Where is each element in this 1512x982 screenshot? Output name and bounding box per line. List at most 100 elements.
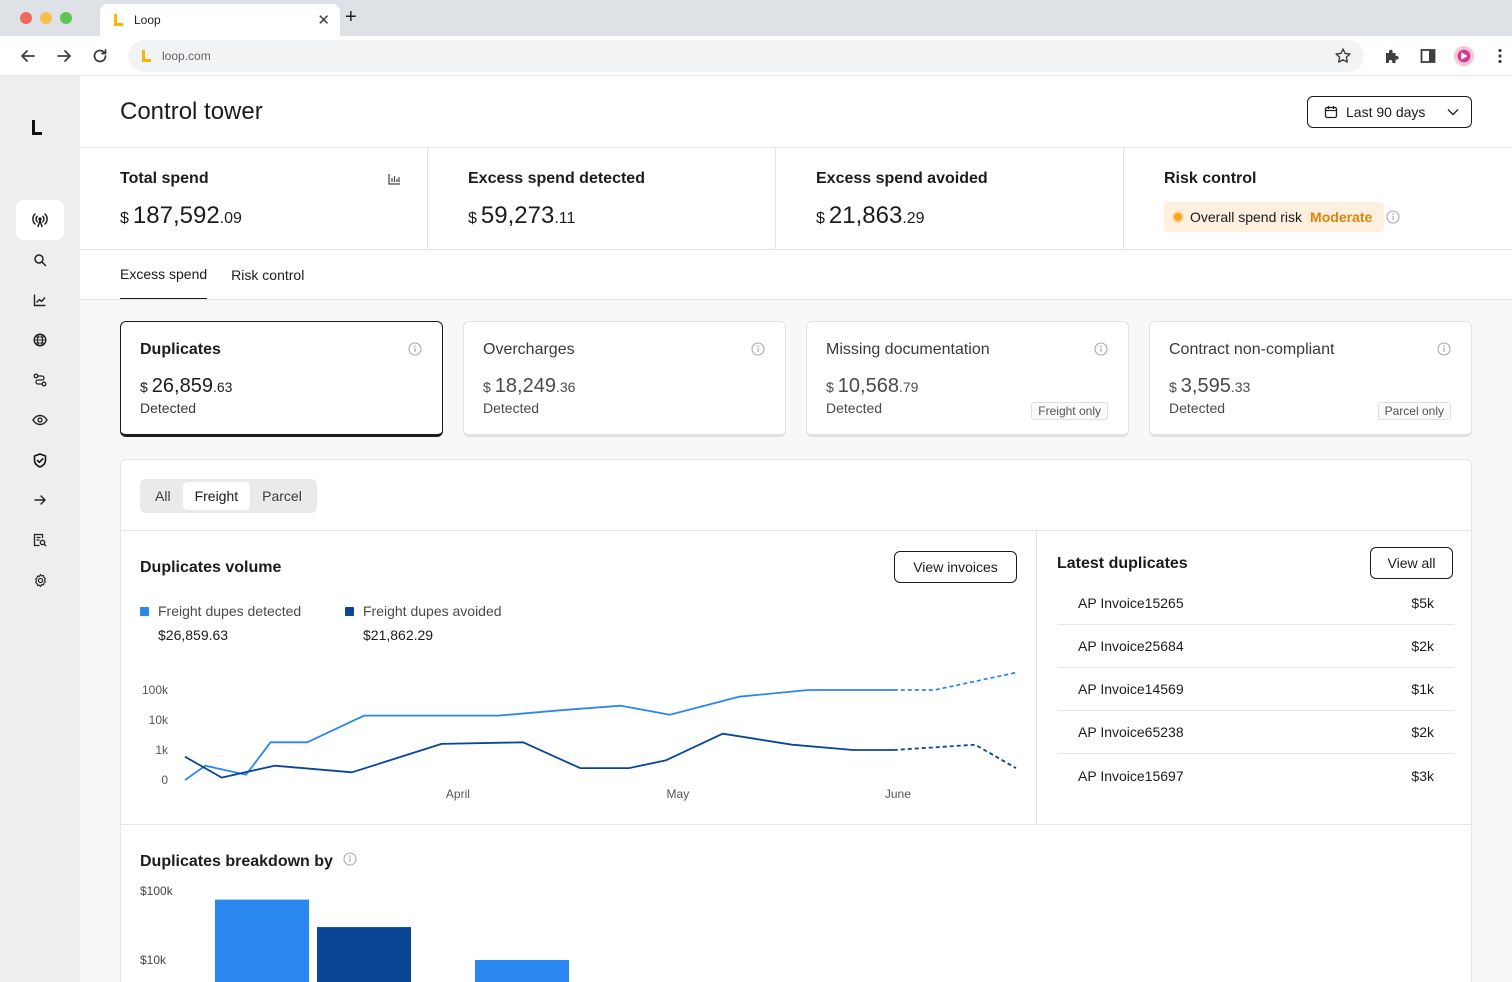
duplicates-breakdown-chart: $100k $10k — [140, 884, 569, 982]
card-status: Detected — [483, 400, 540, 416]
info-icon[interactable] — [1386, 210, 1400, 229]
browser-tab[interactable]: Loop ✕ — [100, 4, 340, 36]
nav-analytics[interactable] — [16, 280, 64, 320]
kpi-value: $ 187,592 .09 — [120, 202, 427, 230]
address-url: loop.com — [162, 49, 211, 63]
nav-search[interactable] — [16, 240, 64, 280]
card-contract-non-compliant[interactable]: Contract non-compliant $ 3,595 .33 Detec… — [1149, 321, 1472, 437]
card-currency: $ — [826, 379, 834, 395]
calendar-icon — [1324, 106, 1338, 119]
nav-settings[interactable] — [16, 560, 64, 600]
risk-badge: Overall spend risk Moderate — [1164, 202, 1385, 232]
bar-chart-icon[interactable] — [388, 172, 401, 190]
kpi-value: $ 59,273 .11 — [468, 202, 775, 230]
line-chart-icon — [33, 294, 46, 307]
card-value: $ 3,595 .33 — [1169, 375, 1471, 398]
forward-icon[interactable] — [53, 45, 75, 67]
eye-icon — [32, 414, 48, 426]
invoice-name: AP Invoice25684 — [1078, 638, 1184, 654]
card-amount: 10,568 — [837, 375, 899, 397]
card-cents: .79 — [898, 379, 919, 395]
side-panel-icon[interactable] — [1417, 45, 1439, 67]
browser-menu-icon[interactable] — [1489, 45, 1511, 67]
latest-title: Latest duplicates — [1057, 555, 1188, 572]
breakdown-bar — [317, 927, 411, 982]
list-item[interactable]: AP Invoice25684 $2k — [1058, 625, 1454, 668]
kpi-cents: .11 — [554, 210, 576, 227]
profile-avatar[interactable] — [1453, 45, 1475, 67]
tab-close-icon[interactable]: ✕ — [317, 13, 330, 28]
card-missing-documentation[interactable]: Missing documentation $ 10,568 .79 Detec… — [806, 321, 1129, 437]
tab-risk-control[interactable]: Risk control — [231, 250, 304, 300]
kpi-title: Risk control — [1164, 170, 1257, 187]
card-status: Detected — [140, 400, 197, 416]
window-zoom-dot[interactable] — [60, 12, 72, 24]
search-icon — [34, 254, 47, 267]
invoice-name: AP Invoice65238 — [1078, 724, 1184, 740]
card-title: Contract non-compliant — [1169, 341, 1335, 358]
route-icon — [33, 373, 47, 387]
kpi-total-spend: Total spend $ 187,592 .09 — [80, 148, 428, 249]
shield-check-icon — [33, 452, 47, 468]
kpi-value: $ 21,863 .29 — [816, 202, 1123, 230]
kpi-title: Excess spend detected — [468, 170, 645, 187]
duplicates-panel: All Freight Parcel Duplicates volume Vie… — [120, 459, 1472, 982]
bookmark-star-icon[interactable] — [1334, 47, 1352, 70]
card-cents: .33 — [1230, 379, 1251, 395]
gear-icon — [34, 573, 46, 587]
projected-line-detected — [893, 671, 1017, 691]
invoice-amount: $2k — [1411, 638, 1434, 654]
main-content: Control tower Last 90 days Total spend $… — [80, 76, 1512, 982]
card-duplicates[interactable]: Duplicates $ 26,859 .63 Detected — [120, 321, 443, 437]
view-all-button[interactable]: View all — [1370, 547, 1453, 579]
nav-audit[interactable] — [16, 520, 64, 560]
breakdown-bar — [475, 960, 569, 982]
globe-icon — [33, 333, 47, 347]
y-tick-label: $10k — [140, 953, 167, 967]
extensions-icon[interactable] — [1381, 45, 1403, 67]
nav-security[interactable] — [16, 440, 64, 480]
invoice-amount: $5k — [1411, 595, 1434, 611]
info-icon[interactable] — [751, 342, 765, 361]
list-item[interactable]: AP Invoice15265 $5k — [1058, 582, 1454, 625]
reload-icon[interactable] — [89, 45, 111, 67]
list-item[interactable]: AP Invoice15697 $3k — [1058, 754, 1454, 797]
info-icon[interactable] — [1094, 342, 1108, 361]
window-close-dot[interactable] — [20, 12, 32, 24]
breakdown-bar — [215, 899, 309, 982]
section-tabs: Excess spend Risk control — [120, 250, 304, 300]
loop-logo[interactable] — [32, 120, 44, 136]
nav-global[interactable] — [16, 320, 64, 360]
kpi-currency: $ — [468, 210, 477, 227]
invoice-name: AP Invoice15697 — [1078, 767, 1184, 784]
card-overcharges[interactable]: Overcharges $ 18,249 .36 Detected — [463, 321, 786, 437]
kpi-excess-avoided: Excess spend avoided $ 21,863 .29 — [776, 148, 1124, 249]
document-search-icon — [33, 533, 47, 547]
nav-routes[interactable] — [16, 360, 64, 400]
kpi-amount: 59,273 — [480, 202, 555, 229]
info-icon[interactable] — [408, 342, 422, 361]
info-icon[interactable] — [1437, 342, 1451, 361]
list-item[interactable]: AP Invoice14569 $1k — [1058, 668, 1454, 711]
kpi-currency: $ — [816, 210, 825, 227]
risk-label: Overall spend risk — [1190, 209, 1303, 225]
kpi-amount: 187,592 — [132, 202, 220, 229]
address-bar[interactable]: loop.com — [128, 40, 1364, 72]
scope-badge: Freight only — [1031, 402, 1108, 420]
kpi-excess-detected: Excess spend detected $ 59,273 .11 — [428, 148, 776, 249]
browser-tab-bar: Loop ✕ + — [0, 0, 1512, 36]
invoice-amount: $3k — [1411, 767, 1434, 784]
date-range-select[interactable]: Last 90 days — [1307, 96, 1472, 128]
risk-level: Moderate — [1310, 209, 1373, 225]
nav-visibility[interactable] — [16, 400, 64, 440]
back-icon[interactable] — [17, 45, 39, 67]
window-minimize-dot[interactable] — [40, 12, 52, 24]
list-item[interactable]: AP Invoice65238 $2k — [1058, 711, 1454, 754]
kpi-title: Total spend — [120, 170, 209, 187]
new-tab-icon[interactable]: + — [345, 7, 357, 27]
tab-excess-spend[interactable]: Excess spend — [120, 250, 208, 300]
nav-forward[interactable] — [16, 480, 64, 520]
card-title: Overcharges — [483, 341, 575, 358]
card-currency: $ — [1169, 379, 1177, 395]
nav-control-tower[interactable] — [16, 200, 64, 240]
